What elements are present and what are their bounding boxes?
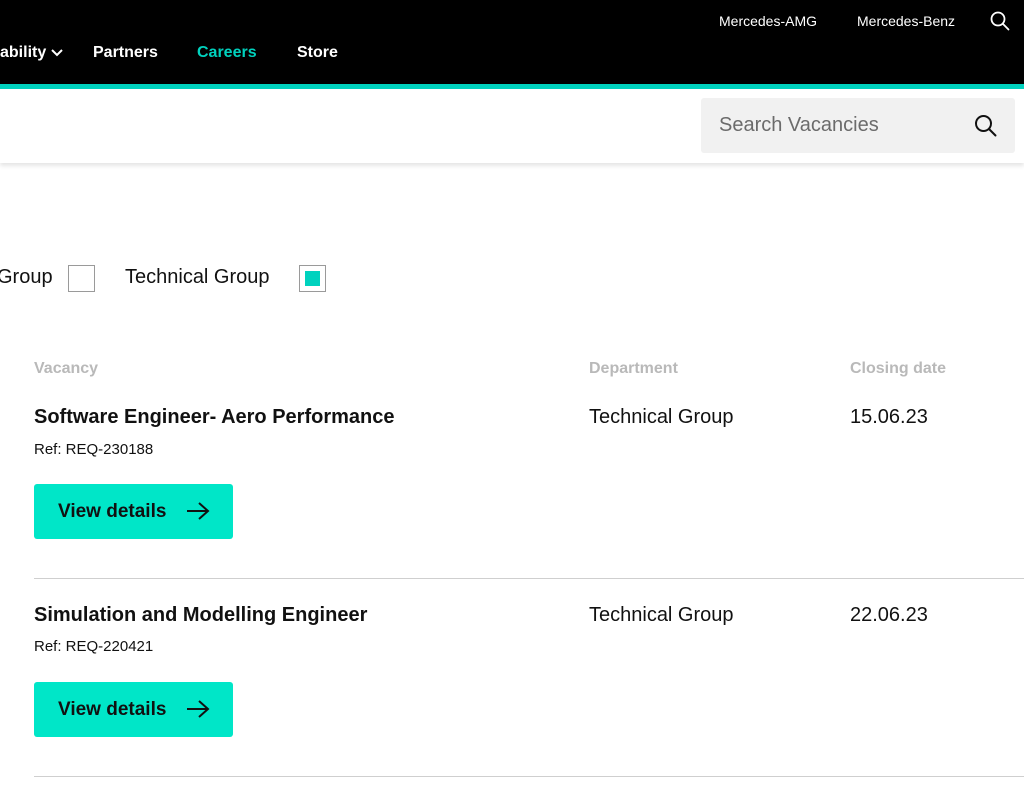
nav-item-partners[interactable]: Partners — [93, 44, 158, 62]
vacancy-search-button[interactable] — [973, 113, 999, 139]
filter-label-technical-group: Technical Group — [125, 266, 270, 288]
nav-item-careers[interactable]: Careers — [197, 44, 257, 62]
vacancy-closing-date: 15.06.23 — [850, 406, 928, 428]
column-header-closing-date: Closing date — [850, 360, 947, 377]
search-icon[interactable] — [989, 10, 1011, 32]
column-header-vacancy: Vacancy — [34, 360, 99, 377]
filter-checkbox-group[interactable] — [68, 265, 95, 292]
view-details-label: View details — [58, 500, 167, 522]
column-header-department: Department — [589, 360, 678, 377]
arrow-right-icon — [187, 700, 210, 718]
row-divider — [34, 578, 1024, 579]
mercedes-benz-link[interactable]: Mercedes-Benz — [857, 13, 955, 29]
vacancy-department: Technical Group — [589, 604, 734, 626]
nav-item-sustainability[interactable]: ability — [0, 44, 64, 62]
filter-label-group: Group — [0, 266, 53, 288]
vacancy-search-input[interactable] — [719, 98, 959, 153]
vacancy-title: Software Engineer- Aero Performance — [34, 406, 395, 428]
vacancy-ref: Ref: REQ-230188 — [34, 441, 154, 458]
row-divider — [34, 776, 1024, 777]
view-details-label: View details — [58, 698, 167, 720]
mercedes-amg-link[interactable]: Mercedes-AMG — [719, 13, 817, 29]
view-details-button[interactable]: View details — [34, 484, 233, 539]
checkbox-checked-indicator — [305, 271, 320, 286]
vacancy-department: Technical Group — [589, 406, 734, 428]
top-navigation-bar: Mercedes-AMG Mercedes-Benz ability Partn… — [0, 0, 1024, 84]
vacancy-closing-date: 22.06.23 — [850, 604, 928, 626]
chevron-down-icon — [51, 49, 63, 57]
filter-checkbox-technical-group[interactable] — [299, 265, 326, 292]
vacancy-ref: Ref: REQ-220421 — [34, 638, 154, 655]
view-details-button[interactable]: View details — [34, 682, 233, 737]
vacancy-search-box — [701, 98, 1015, 153]
vacancy-title: Simulation and Modelling Engineer — [34, 604, 368, 626]
search-icon — [975, 115, 997, 137]
arrow-right-icon — [187, 502, 210, 520]
nav-item-label: ability — [0, 44, 47, 61]
nav-item-store[interactable]: Store — [297, 44, 338, 62]
